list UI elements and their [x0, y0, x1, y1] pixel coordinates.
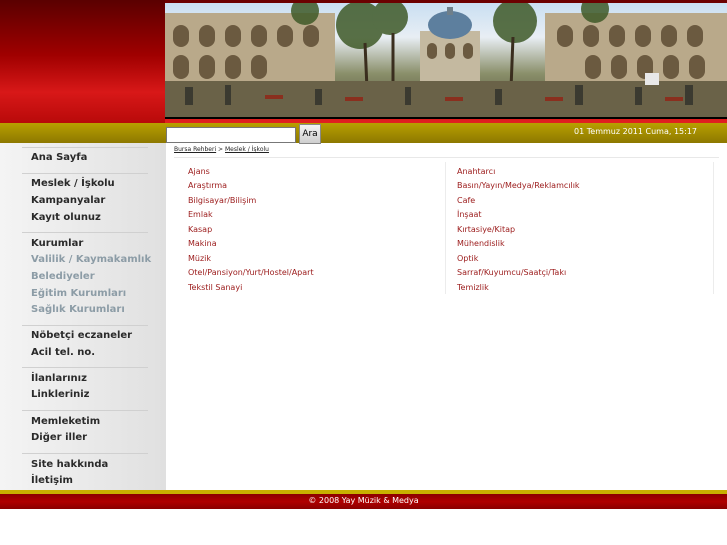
sidebar-item-municipalities[interactable]: Belediyeler: [31, 271, 95, 282]
category-link[interactable]: Tekstil Sanayi: [188, 283, 242, 292]
sidebar-item-hometown[interactable]: Memleketim: [31, 416, 100, 427]
category-link[interactable]: İnşaat: [457, 210, 482, 219]
category-link[interactable]: Araştırma: [188, 181, 227, 190]
sidebar-item-profession[interactable]: Meslek / İşkolu: [31, 178, 115, 189]
content-divider: [174, 157, 719, 158]
breadcrumb-current-link[interactable]: Meslek / İşkolu: [225, 146, 269, 153]
sidebar-item-campaigns[interactable]: Kampanyalar: [31, 195, 105, 206]
category-link[interactable]: Sarraf/Kuyumcu/Saatçi/Takı: [457, 268, 566, 277]
search-input[interactable]: [166, 127, 296, 143]
sidebar-item-emergency[interactable]: Acil tel. no.: [31, 347, 95, 358]
category-link[interactable]: Basın/Yayın/Medya/Reklamcılık: [457, 181, 580, 190]
breadcrumb: Bursa Rehberi > Meslek / İşkolu: [174, 146, 269, 153]
column-divider: [713, 162, 714, 294]
sidebar-item-links[interactable]: Linkleriniz: [31, 389, 90, 400]
category-link[interactable]: Kırtasiye/Kitap: [457, 225, 515, 234]
sidebar-item-pharmacies[interactable]: Nöbetçi eczaneler: [31, 330, 132, 341]
banner-photo: [165, 3, 727, 119]
sidebar-item-institutions[interactable]: Kurumlar: [31, 238, 83, 249]
category-link[interactable]: Kasap: [188, 225, 212, 234]
header-banner: [165, 0, 727, 123]
nav-divider: [22, 232, 148, 233]
category-link[interactable]: Makina: [188, 239, 217, 248]
category-link[interactable]: Müzik: [188, 254, 211, 263]
footer: © 2008 Yay Müzik & Medya: [0, 494, 727, 509]
sidebar-item-home[interactable]: Ana Sayfa: [31, 152, 87, 163]
breadcrumb-root-link[interactable]: Bursa Rehberi: [174, 146, 216, 153]
category-link[interactable]: Temizlik: [457, 283, 489, 292]
category-link[interactable]: Optik: [457, 254, 478, 263]
category-link[interactable]: Emlak: [188, 210, 213, 219]
footer-copyright: © 2008 Yay Müzik & Medya: [308, 496, 419, 505]
category-link[interactable]: Cafe: [457, 196, 475, 205]
breadcrumb-separator: >: [218, 146, 224, 153]
sidebar-item-register[interactable]: Kayıt olunuz: [31, 212, 101, 223]
sidebar-item-ads[interactable]: İlanlarınız: [31, 373, 87, 384]
category-link[interactable]: Mühendislik: [457, 239, 505, 248]
category-link[interactable]: Otel/Pansiyon/Yurt/Hostel/Apart: [188, 268, 314, 277]
header-logo-area: [0, 0, 165, 123]
category-link[interactable]: Anahtarcı: [457, 167, 495, 176]
sidebar-item-education[interactable]: Eğitim Kurumları: [31, 288, 126, 299]
nav-divider: [22, 147, 148, 148]
nav-divider: [22, 325, 148, 326]
nav-divider: [22, 410, 148, 411]
nav-divider: [22, 453, 148, 454]
sidebar-item-about[interactable]: Site hakkında: [31, 459, 108, 470]
sidebar-item-contact[interactable]: İletişim: [31, 475, 73, 486]
category-link[interactable]: Ajans: [188, 167, 210, 176]
sidebar-item-other-cities[interactable]: Diğer iller: [31, 432, 87, 443]
nav-divider: [22, 173, 148, 174]
nav-divider: [22, 367, 148, 368]
search-button[interactable]: Ara: [299, 124, 321, 144]
current-date: 01 Temmuz 2011 Cuma, 15:17: [574, 127, 697, 136]
category-link[interactable]: Bilgisayar/Bilişim: [188, 196, 256, 205]
sidebar-item-health[interactable]: Sağlık Kurumları: [31, 304, 125, 315]
column-divider: [445, 162, 446, 294]
sidebar-item-governorship[interactable]: Valilik / Kaymakamlık: [31, 254, 151, 265]
